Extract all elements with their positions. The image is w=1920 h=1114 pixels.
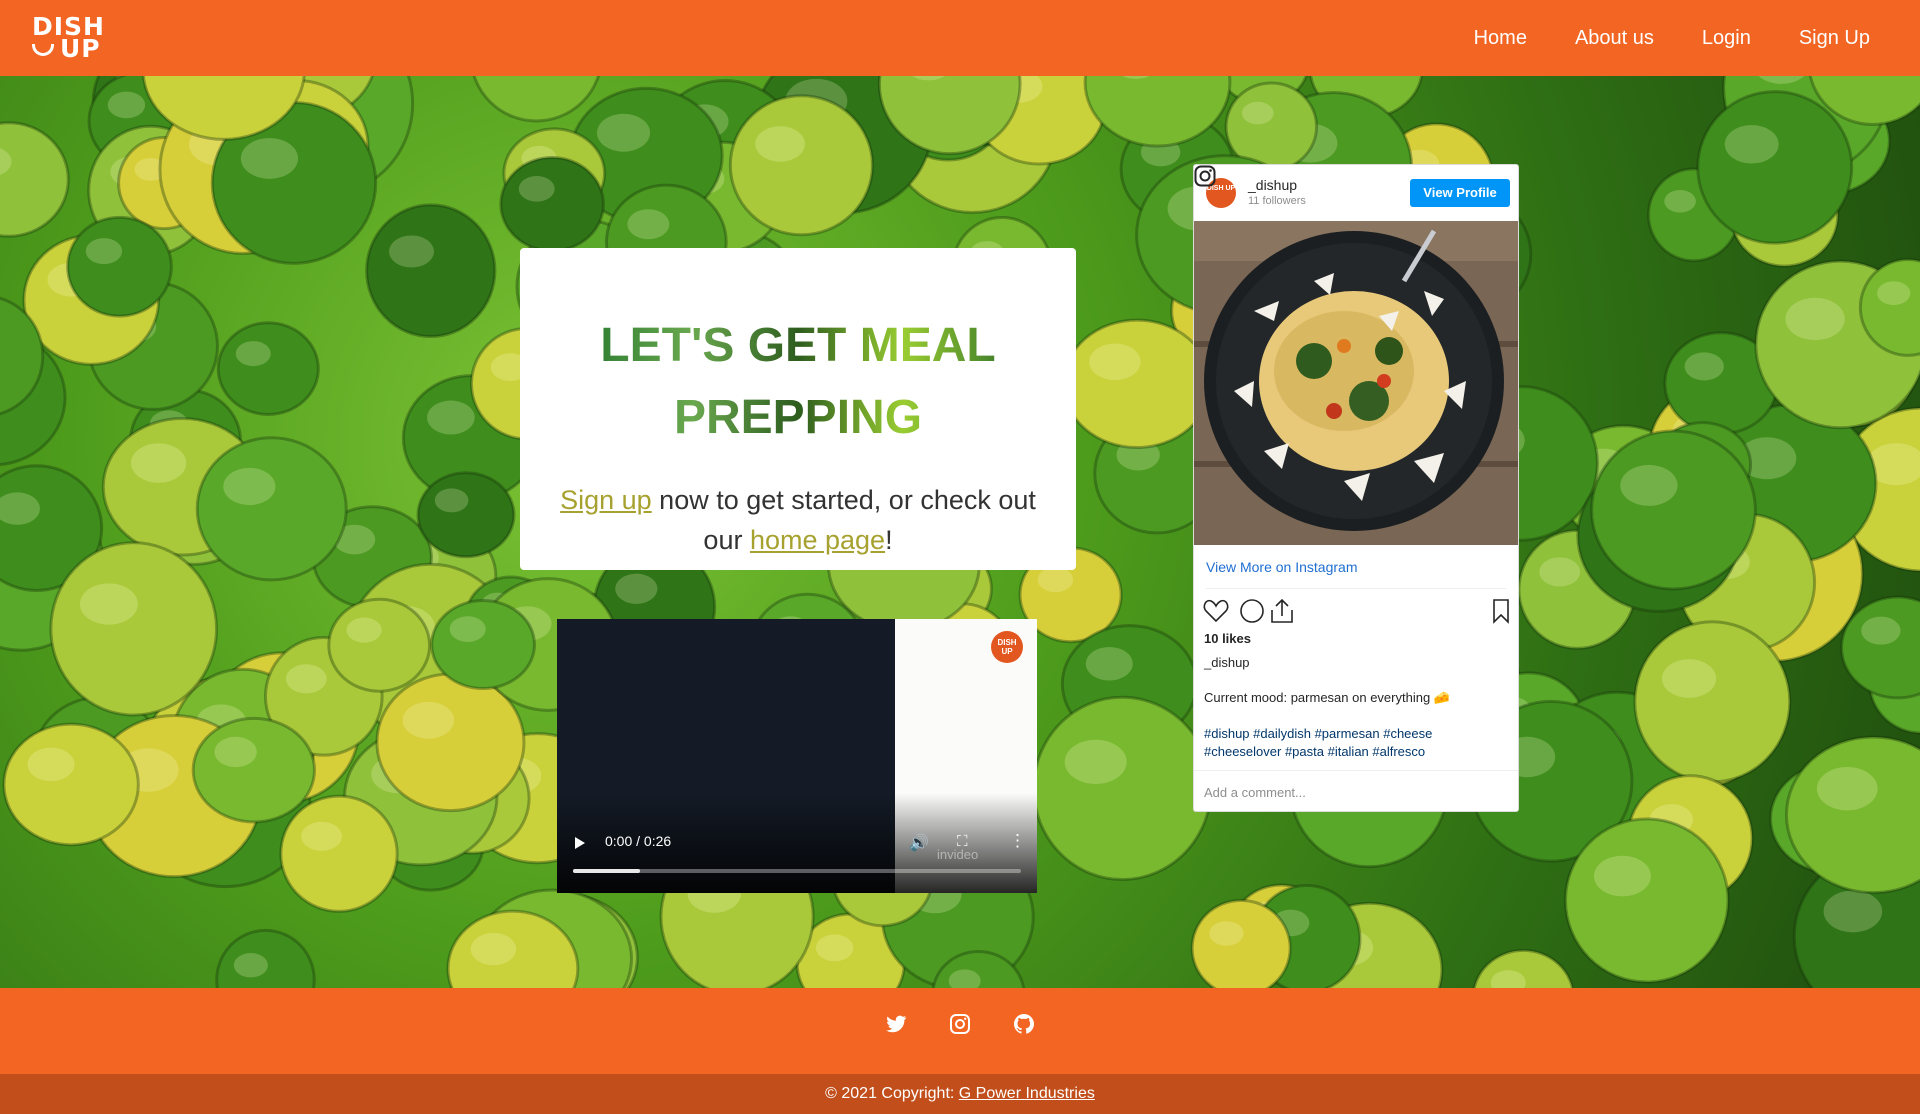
sign-up-link[interactable]: Sign up (560, 485, 652, 515)
bookmark-icon[interactable] (1493, 599, 1509, 624)
instagram-likes: 10 likes (1204, 631, 1251, 646)
nav-about-us[interactable]: About us (1575, 27, 1654, 50)
nav-sign-up[interactable]: Sign Up (1799, 27, 1870, 50)
divider (1194, 770, 1518, 771)
instagram-icon[interactable] (948, 1012, 972, 1036)
cta-card: LET'S GET MEAL PREPPING Sign up now to g… (520, 248, 1076, 570)
video-logo-badge: DISH UP (991, 631, 1023, 663)
instagram-header: DISH UP _dishup 11 followers View Profil… (1194, 165, 1518, 221)
logo-line2: UP (60, 34, 101, 63)
instagram-owner[interactable]: _dishup (1204, 655, 1250, 670)
navbar: DISH UP Home About us Login Sign Up (0, 0, 1920, 76)
instagram-icon[interactable] (1194, 165, 1216, 187)
cta-text: Sign up now to get started, or check out… (538, 480, 1058, 560)
heart-icon[interactable] (1203, 599, 1229, 623)
cta-title: LET'S GET MEAL PREPPING (588, 310, 1008, 454)
action-icons-row (1203, 598, 1509, 624)
view-profile-button[interactable]: View Profile (1410, 179, 1510, 207)
video-progress-track[interactable] (573, 869, 1021, 873)
github-icon[interactable] (1012, 1012, 1036, 1036)
video-player[interactable]: DISH UP 0:00 / 0:26 invideo 🔊 ⛶ ⋮ (557, 619, 1037, 893)
more-options-icon[interactable]: ⋮ (1009, 831, 1026, 851)
divider (1206, 588, 1506, 589)
nav-login[interactable]: Login (1702, 27, 1751, 50)
volume-icon[interactable]: 🔊 (909, 833, 929, 853)
pasta-photo (1194, 221, 1518, 545)
copyright-bar: © 2021 Copyright: G Power Industries (0, 1074, 1920, 1114)
instagram-embed: DISH UP _dishup 11 followers View Profil… (1193, 164, 1519, 812)
twitter-icon[interactable] (884, 1012, 908, 1036)
play-icon[interactable] (575, 837, 585, 849)
comment-icon[interactable] (1240, 599, 1264, 623)
instagram-caption: Current mood: parmesan on everything 🧀 (1204, 690, 1450, 705)
social-links (0, 1012, 1920, 1042)
add-comment-input[interactable]: Add a comment... (1204, 785, 1306, 800)
instagram-followers: 11 followers (1248, 195, 1306, 207)
bowl-icon (32, 44, 54, 56)
g-power-industries-link[interactable]: G Power Industries (959, 1085, 1095, 1102)
nav-links: Home About us Login Sign Up (1426, 0, 1870, 76)
video-progress-fill (573, 869, 641, 873)
instagram-username[interactable]: _dishup (1248, 177, 1297, 193)
instagram-post-image[interactable] (1194, 221, 1518, 545)
share-icon[interactable] (1271, 598, 1293, 623)
instagram-actions (1202, 595, 1512, 627)
instagram-hashtags[interactable]: #dishup #dailydish #parmesan #cheese #ch… (1204, 725, 1504, 761)
copyright-prefix: © 2021 Copyright: (825, 1085, 959, 1102)
cta-end-text: ! (885, 525, 893, 555)
nav-home[interactable]: Home (1474, 27, 1527, 50)
home-page-link[interactable]: home page (750, 525, 885, 555)
video-time: 0:00 / 0:26 (605, 833, 672, 849)
fullscreen-icon[interactable]: ⛶ (957, 833, 968, 850)
dishup-logo[interactable]: DISH UP (30, 14, 104, 63)
hero-background: LET'S GET MEAL PREPPING Sign up now to g… (0, 76, 1920, 988)
footer (0, 988, 1920, 1074)
view-more-on-instagram-link[interactable]: View More on Instagram (1206, 559, 1357, 575)
